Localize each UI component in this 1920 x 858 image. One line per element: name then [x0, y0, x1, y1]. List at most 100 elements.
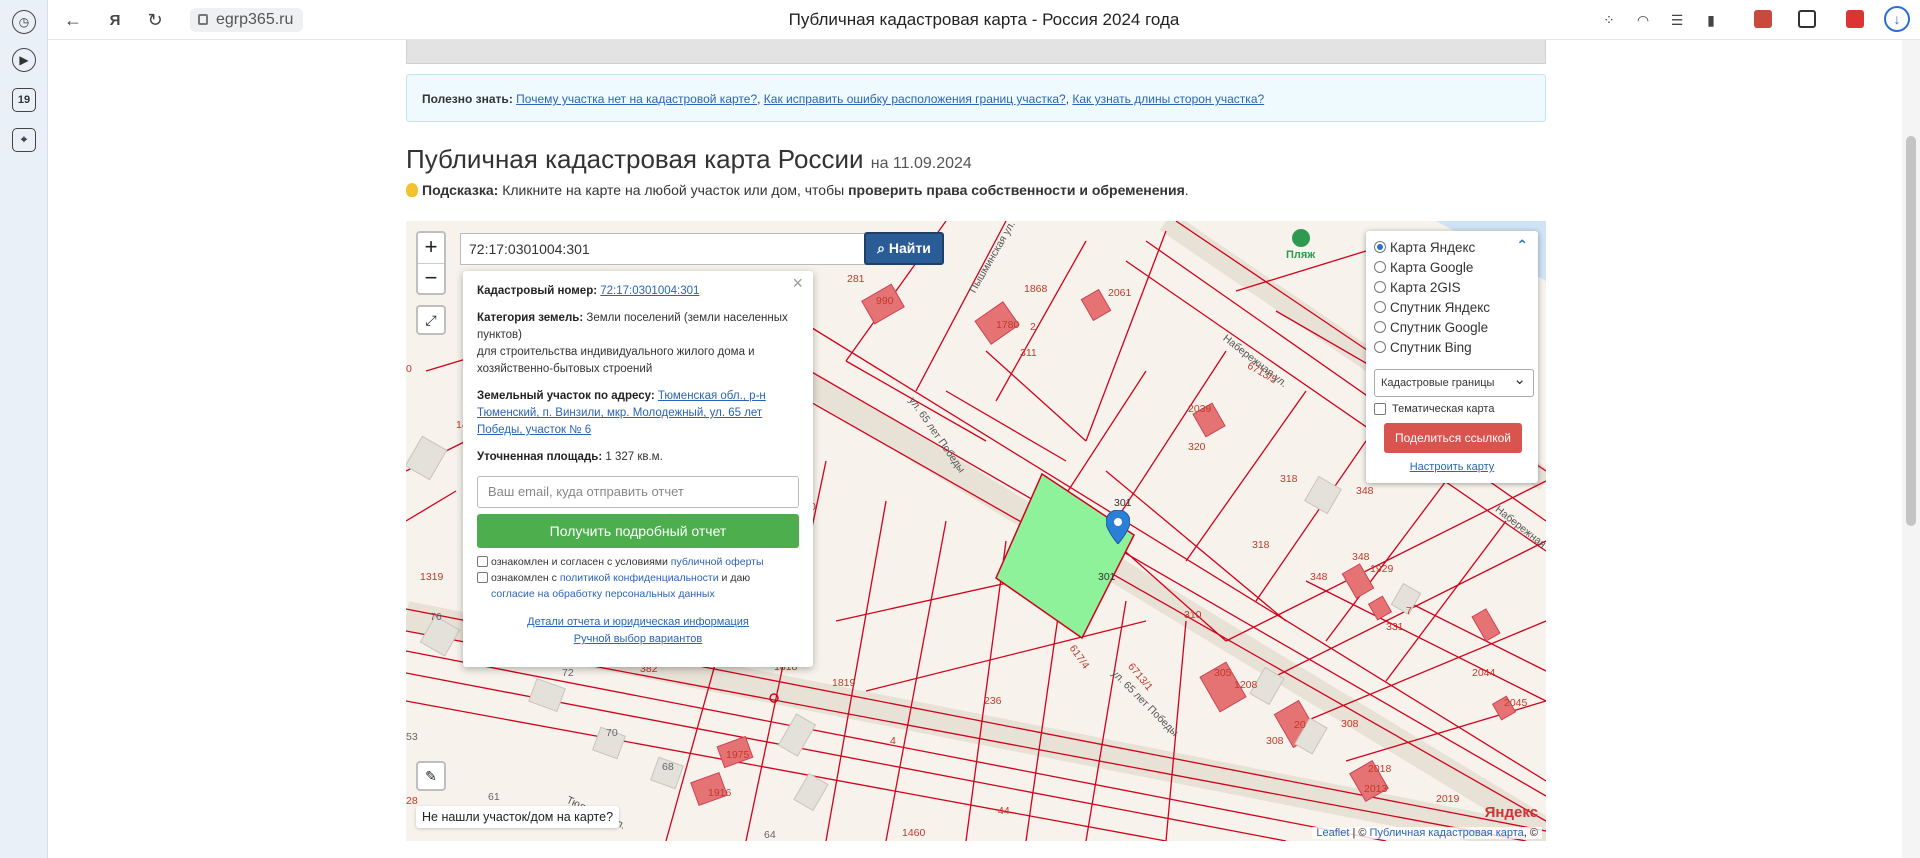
share-link-button[interactable]: Поделиться ссылкой — [1384, 423, 1522, 453]
parcel-label: 2018 — [1368, 763, 1392, 775]
report-details-link[interactable]: Детали отчета и юридическая информация — [527, 616, 749, 628]
privacy-link[interactable]: политикой конфиденциальности — [560, 572, 719, 584]
pkk-link[interactable]: Публичная кадастровая карта — [1370, 827, 1524, 839]
close-icon[interactable]: × — [792, 274, 803, 292]
radio[interactable] — [1374, 321, 1386, 333]
layer-option-label: Карта Яндекс — [1390, 239, 1476, 255]
apps-icon[interactable]: ⁘ — [1598, 9, 1620, 31]
offer-text: ознакомлен и согласен с условиями — [491, 556, 668, 568]
boundaries-select[interactable]: Кадастровые границы — [1374, 367, 1534, 397]
thematic-checkbox[interactable] — [1374, 403, 1386, 415]
parcel-label: 308 — [1266, 735, 1284, 747]
extension-icon[interactable] — [1754, 10, 1772, 28]
layer-option-bing-satellite[interactable]: Спутник Bing — [1374, 337, 1530, 357]
layer-option-2gis-map[interactable]: Карта 2GIS — [1374, 277, 1530, 297]
get-report-button[interactable]: Получить подробный отчет — [477, 514, 799, 548]
page-title-date: на 11.09.2024 — [870, 155, 972, 172]
building-label: 64 — [764, 829, 776, 841]
cadastral-map[interactable]: 281 990 1868 2061 1780 2 311 6713/5 2039… — [406, 221, 1546, 841]
ruler-icon[interactable]: ✎ — [416, 761, 446, 791]
search-icon: ⌕ — [877, 240, 889, 256]
building-label: 2039 — [1188, 403, 1212, 415]
bookmark-icon[interactable]: ▮ — [1700, 9, 1722, 31]
parcel-info-popup: × Кадастровый номер: 72:17:0301004:301 К… — [463, 271, 813, 667]
building-label: 1975 — [726, 749, 750, 761]
radio[interactable] — [1374, 301, 1386, 313]
radio[interactable] — [1374, 341, 1386, 353]
link-fix-boundaries[interactable]: Как исправить ошибку расположения границ… — [764, 92, 1066, 106]
layer-option-yandex-map[interactable]: Карта Яндекс — [1374, 237, 1530, 257]
calendar-icon[interactable]: 19 — [12, 88, 36, 112]
parcel-label: 44 — [998, 805, 1010, 817]
layer-option-google-map[interactable]: Карта Google — [1374, 257, 1530, 277]
map-pin-icon[interactable] — [1106, 510, 1130, 544]
area-value: 1 327 кв.м. — [605, 451, 663, 463]
top-grey-strip — [406, 40, 1546, 64]
cadastral-search-input[interactable]: 72:17:0301004:301 — [460, 233, 868, 265]
fullscreen-icon[interactable]: ⤢ — [416, 305, 446, 335]
cadastral-number-label: Кадастровый номер: — [477, 285, 598, 297]
cadastral-number-link[interactable]: 72:17:0301004:301 — [600, 285, 699, 297]
parcel-label-selected: 301 — [1114, 497, 1132, 509]
offer-checkbox[interactable] — [477, 556, 488, 567]
lightbulb-icon — [406, 183, 418, 197]
download-icon[interactable]: ↓ — [1884, 6, 1910, 32]
link-side-lengths[interactable]: Как узнать длины сторон участка? — [1072, 92, 1264, 106]
headphones-icon[interactable]: ◠ — [1632, 9, 1654, 31]
parcel-label: 305 — [1214, 667, 1232, 679]
manual-selection-link[interactable]: Ручной выбор вариантов — [574, 633, 702, 645]
layer-option-label: Карта 2GIS — [1390, 279, 1461, 295]
offer-link[interactable]: публичной оферты — [671, 556, 764, 568]
leaflet-link[interactable]: Leaflet — [1316, 827, 1349, 839]
radio[interactable] — [1374, 281, 1386, 293]
privacy-checkbox[interactable] — [477, 572, 488, 583]
land-use-value: для строительства индивидуального жилого… — [477, 346, 755, 375]
popup-links: Детали отчета и юридическая информация Р… — [477, 614, 799, 648]
building-label: 76 — [430, 611, 442, 623]
hint-text: Кликните на карте на любой участок или д… — [502, 182, 845, 198]
cadastral-number-row: Кадастровый номер: 72:17:0301004:301 — [477, 283, 799, 300]
zoom-out-button[interactable]: − — [418, 263, 444, 293]
page-title-text: Публичная кадастровая карта России — [406, 144, 864, 174]
camera-icon[interactable]: ⌖ — [12, 128, 36, 152]
parcel-label: 0 — [406, 363, 412, 375]
layer-option-google-satellite[interactable]: Спутник Google — [1374, 317, 1530, 337]
building-label: 2013 — [1364, 783, 1388, 795]
zoom-in-button[interactable]: + — [418, 233, 444, 263]
pdf-extension-icon[interactable] — [1846, 10, 1864, 28]
history-icon[interactable]: ◷ — [12, 10, 36, 34]
privacy-text: ознакомлен с — [491, 572, 557, 584]
privacy-mid-text: и даю — [721, 572, 751, 584]
configure-map-link[interactable]: Настроить карту — [1374, 461, 1530, 473]
play-icon[interactable]: ▶ — [12, 48, 36, 72]
radio-selected[interactable] — [1374, 241, 1386, 253]
email-input[interactable]: Ваш email, куда отправить отчет — [477, 476, 799, 508]
privacy-agreement: ознакомлен с политикой конфиденциальност… — [477, 570, 799, 602]
reader-icon[interactable]: ☰ — [1666, 9, 1688, 31]
page-scrollbar[interactable] — [1902, 40, 1920, 858]
find-button[interactable]: ⌕ Найти — [864, 232, 944, 265]
scroll-thumb[interactable] — [1906, 136, 1916, 526]
layer-option-yandex-satellite[interactable]: Спутник Яндекс — [1374, 297, 1530, 317]
chevron-up-icon[interactable]: ⌃ — [1516, 237, 1528, 254]
useful-info-box: Полезно знать: Почему участка нет на кад… — [406, 74, 1546, 122]
link-parcel-missing[interactable]: Почему участка нет на кадастровой карте? — [516, 92, 757, 106]
hint-line: Подсказка: Кликните на карте на любой уч… — [406, 182, 1189, 198]
land-category-label: Категория земель: — [477, 312, 584, 324]
not-found-link[interactable]: Не нашли участок/дом на карте? — [416, 806, 620, 828]
parcel-label: 348 — [1352, 551, 1370, 563]
personal-data-link[interactable]: согласие на обработку персональных данны… — [491, 588, 715, 600]
parcel-label: 311 — [1020, 347, 1037, 359]
beach-icon — [1291, 229, 1310, 247]
beach-poi[interactable]: Пляж — [1286, 229, 1315, 261]
attribution-end: , © — [1523, 827, 1538, 839]
thematic-map-toggle[interactable]: Тематическая карта — [1374, 403, 1530, 415]
land-category-row: Категория земель: Земли поселений (земли… — [477, 310, 799, 378]
thematic-label: Тематическая карта — [1392, 403, 1495, 415]
radio[interactable] — [1374, 261, 1386, 273]
area-label: Уточненная площадь: — [477, 451, 603, 463]
collections-icon[interactable] — [1798, 10, 1816, 28]
building-label: 72 — [562, 667, 574, 679]
useful-label: Полезно знать: — [422, 92, 513, 106]
parcel-label: 2019 — [1436, 793, 1460, 805]
